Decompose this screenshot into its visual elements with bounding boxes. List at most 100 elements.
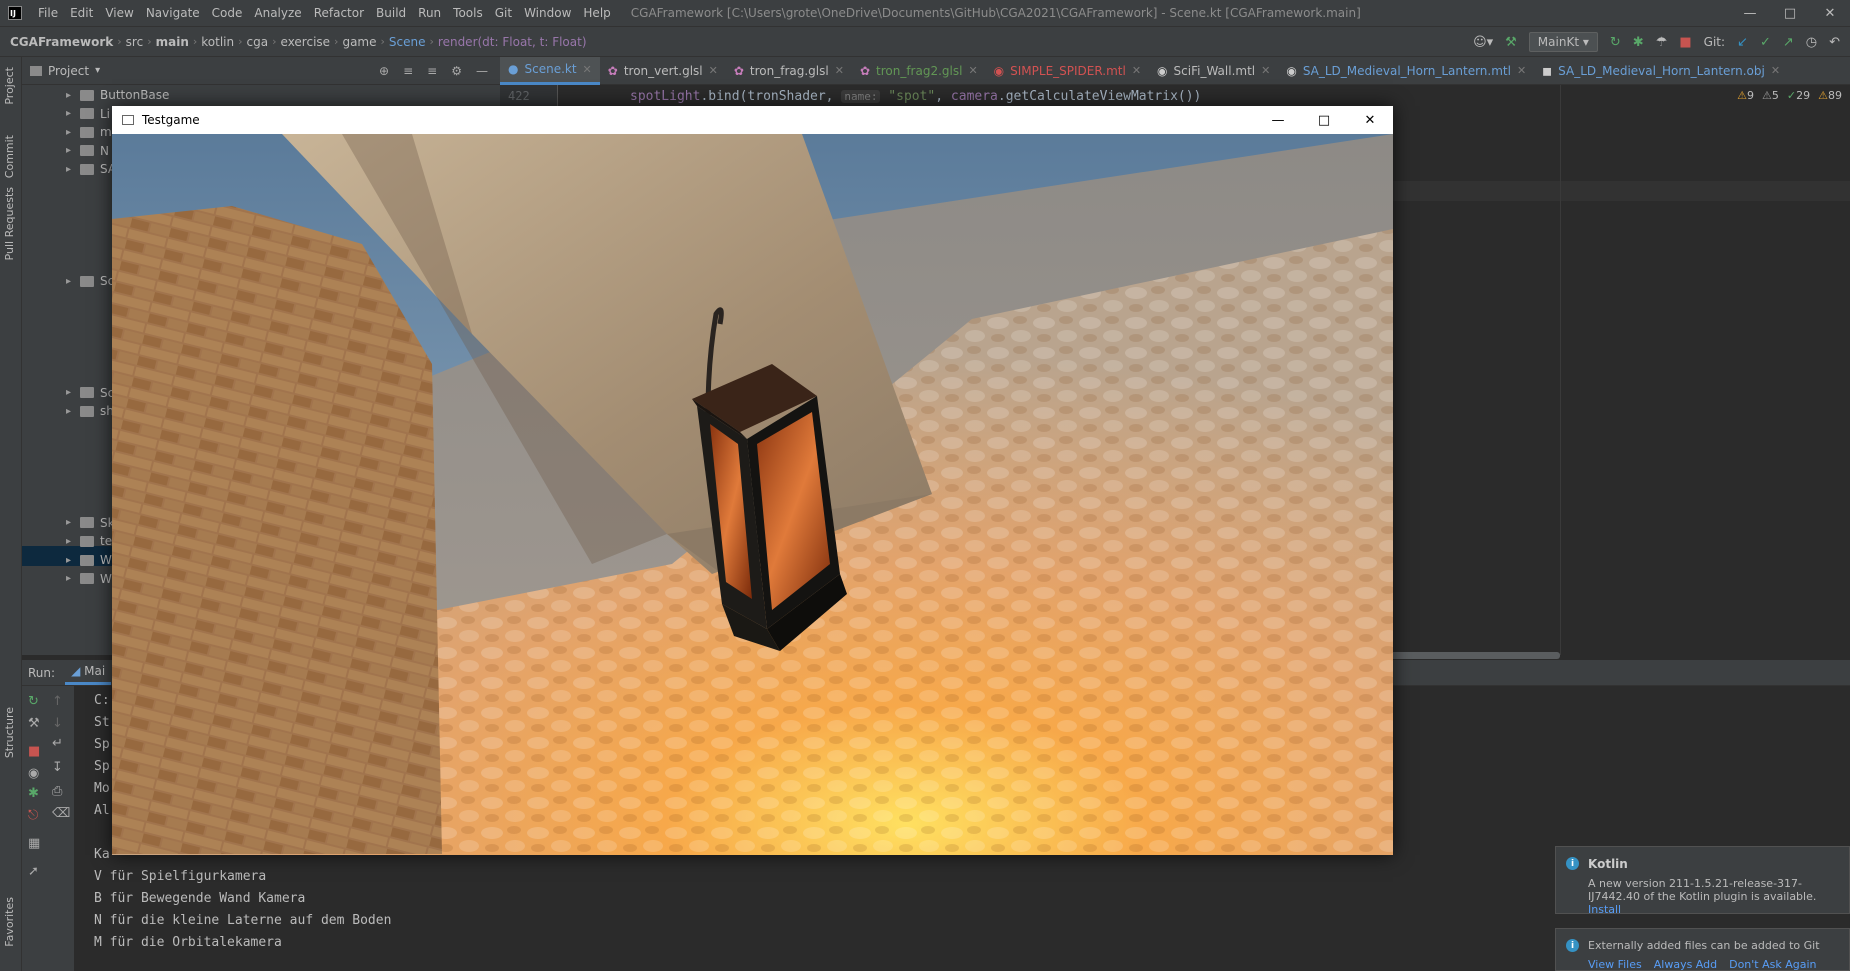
minimize-icon[interactable]: — <box>1730 0 1770 27</box>
menu-run[interactable]: Run <box>412 0 447 27</box>
chevron-right-icon[interactable]: ▸ <box>66 145 80 156</box>
menu-refactor[interactable]: Refactor <box>308 0 370 27</box>
debug-icon[interactable]: ✱ <box>28 786 39 801</box>
breadcrumb-kotlin[interactable]: kotlin <box>197 35 238 49</box>
chevron-right-icon[interactable]: ▸ <box>66 164 80 175</box>
tree-row[interactable]: ▸ Sc <box>66 383 114 403</box>
chevron-right-icon[interactable]: ▸ <box>66 387 80 398</box>
collapse-all-icon[interactable]: ≡ <box>427 64 437 78</box>
hide-icon[interactable]: — <box>476 64 488 78</box>
scroll-to-end-icon[interactable]: ↧ <box>52 760 63 775</box>
chevron-right-icon[interactable]: ▸ <box>66 276 80 287</box>
rerun-icon[interactable]: ↻ <box>28 694 39 709</box>
expand-all-icon[interactable]: ≡ <box>403 64 413 78</box>
locate-icon[interactable]: ⊕ <box>379 64 389 78</box>
rerun-icon[interactable]: ↻ <box>1610 35 1621 50</box>
chevron-right-icon[interactable]: ▸ <box>66 406 80 417</box>
chevron-right-icon[interactable]: ▸ <box>66 573 80 584</box>
maximize-icon[interactable]: □ <box>1770 0 1810 27</box>
close-tab-icon[interactable]: ✕ <box>709 64 718 77</box>
code-line[interactable]: spotLight.bind(tronShader, name: "spot",… <box>630 89 1201 104</box>
menu-git[interactable]: Git <box>489 0 518 27</box>
close-tab-icon[interactable]: ✕ <box>583 63 592 76</box>
run-tab-mainkt[interactable]: ◢ Mai <box>65 660 112 685</box>
minimize-icon[interactable]: — <box>1255 106 1301 134</box>
chevron-right-icon[interactable]: ▸ <box>66 90 80 101</box>
up-icon[interactable]: ↑ <box>52 694 63 709</box>
breadcrumb-method[interactable]: render(dt: Float, t: Float) <box>434 35 591 49</box>
testgame-window[interactable]: Testgame — □ ✕ <box>112 106 1393 855</box>
close-tab-icon[interactable]: ✕ <box>1771 64 1780 77</box>
rollback-icon[interactable]: ↶ <box>1829 35 1840 50</box>
install-link[interactable]: Install <box>1588 903 1621 916</box>
trash-icon[interactable]: ⌫ <box>52 806 70 821</box>
debug-icon[interactable]: ✱ <box>1633 35 1644 50</box>
chevron-right-icon[interactable]: ▸ <box>66 127 80 138</box>
tab-tron-frag2[interactable]: ✿ tron_frag2.glsl ✕ <box>852 57 986 85</box>
close-tab-icon[interactable]: ✕ <box>1261 64 1270 77</box>
soft-wrap-icon[interactable]: ↵ <box>52 736 63 751</box>
layout-icon[interactable]: ▦ <box>28 836 40 851</box>
menu-window[interactable]: Window <box>518 0 577 27</box>
user-icon[interactable]: ☺▾ <box>1473 35 1493 50</box>
maximize-icon[interactable]: □ <box>1301 106 1347 134</box>
breadcrumb-exercise[interactable]: exercise <box>277 35 335 49</box>
menu-analyze[interactable]: Analyze <box>248 0 307 27</box>
structure-tool-label[interactable]: Structure <box>3 707 16 758</box>
menu-edit[interactable]: Edit <box>64 0 99 27</box>
close-tab-icon[interactable]: ✕ <box>1132 64 1141 77</box>
game-title-bar[interactable]: Testgame — □ ✕ <box>112 106 1393 134</box>
menu-tools[interactable]: Tools <box>447 0 489 27</box>
tab-scifi-wall[interactable]: ◉ SciFi_Wall.mtl ✕ <box>1149 57 1278 85</box>
breadcrumb-scene[interactable]: Scene <box>385 35 430 49</box>
menu-view[interactable]: View <box>99 0 139 27</box>
menu-navigate[interactable]: Navigate <box>140 0 206 27</box>
close-icon[interactable]: ✕ <box>1347 106 1393 134</box>
exit-icon[interactable]: ⎋ <box>28 808 38 823</box>
inspection-widget[interactable]: ⚠9 ⚠5 ✓29 ⚠89 <box>1737 89 1842 102</box>
tab-tron-vert[interactable]: ✿ tron_vert.glsl ✕ <box>600 57 726 85</box>
breadcrumb-main[interactable]: main <box>152 35 193 49</box>
project-panel-title[interactable]: Project <box>48 64 89 78</box>
tree-row[interactable]: ▸ ButtonBase <box>66 85 169 105</box>
breadcrumb-game[interactable]: game <box>338 35 380 49</box>
tab-tron-frag[interactable]: ✿ tron_frag.glsl ✕ <box>726 57 852 85</box>
stop-icon[interactable]: ■ <box>1679 35 1691 50</box>
dont-ask-again-link[interactable]: Don't Ask Again <box>1729 958 1816 971</box>
chevron-right-icon[interactable]: ▸ <box>66 536 80 547</box>
tab-lantern-mtl[interactable]: ◉ SA_LD_Medieval_Horn_Lantern.mtl ✕ <box>1278 57 1534 85</box>
pull-requests-tool-label[interactable]: Pull Requests <box>3 187 16 260</box>
chevron-right-icon[interactable]: ▸ <box>66 555 80 566</box>
tree-row[interactable]: ▸ m <box>66 122 112 142</box>
gear-icon[interactable]: ⚙ <box>451 64 462 78</box>
camera-icon[interactable]: ◉ <box>28 766 39 781</box>
tab-simple-spider[interactable]: ◉ SIMPLE_SPIDER.mtl ✕ <box>986 57 1149 85</box>
close-tab-icon[interactable]: ✕ <box>1517 64 1526 77</box>
tree-row[interactable]: ▸ SA <box>66 159 116 179</box>
tab-scene-kt[interactable]: ● Scene.kt ✕ <box>500 56 600 85</box>
always-add-link[interactable]: Always Add <box>1654 958 1717 971</box>
wrench-icon[interactable]: ⚒ <box>28 716 40 731</box>
tree-row[interactable]: ▸ sh <box>66 401 114 421</box>
run-config-select[interactable]: MainKt ▾ <box>1528 32 1598 52</box>
tree-row[interactable]: ▸ Li <box>66 104 110 124</box>
breadcrumb-cga[interactable]: cga <box>243 35 273 49</box>
tree-row[interactable]: ▸ te <box>66 531 112 551</box>
close-tab-icon[interactable]: ✕ <box>968 64 977 77</box>
chevron-right-icon[interactable]: ▸ <box>66 517 80 528</box>
print-icon[interactable]: ⎙ <box>52 784 62 799</box>
menu-help[interactable]: Help <box>577 0 616 27</box>
menu-file[interactable]: File <box>32 0 64 27</box>
tree-row[interactable]: ▸ Sc <box>66 271 114 291</box>
menu-code[interactable]: Code <box>206 0 249 27</box>
favorites-tool-label[interactable]: Favorites <box>3 897 16 947</box>
git-commit-icon[interactable]: ✓ <box>1760 35 1771 50</box>
view-files-link[interactable]: View Files <box>1588 958 1642 971</box>
stop-icon[interactable]: ■ <box>28 744 40 759</box>
project-tool-label[interactable]: Project <box>3 67 16 105</box>
close-tab-icon[interactable]: ✕ <box>835 64 844 77</box>
breadcrumb-project[interactable]: CGAFramework <box>0 35 117 49</box>
breadcrumb-src[interactable]: src <box>122 35 148 49</box>
build-hammer-icon[interactable]: ⚒ <box>1505 35 1517 50</box>
tree-row[interactable]: ▸ Sk <box>66 513 115 533</box>
